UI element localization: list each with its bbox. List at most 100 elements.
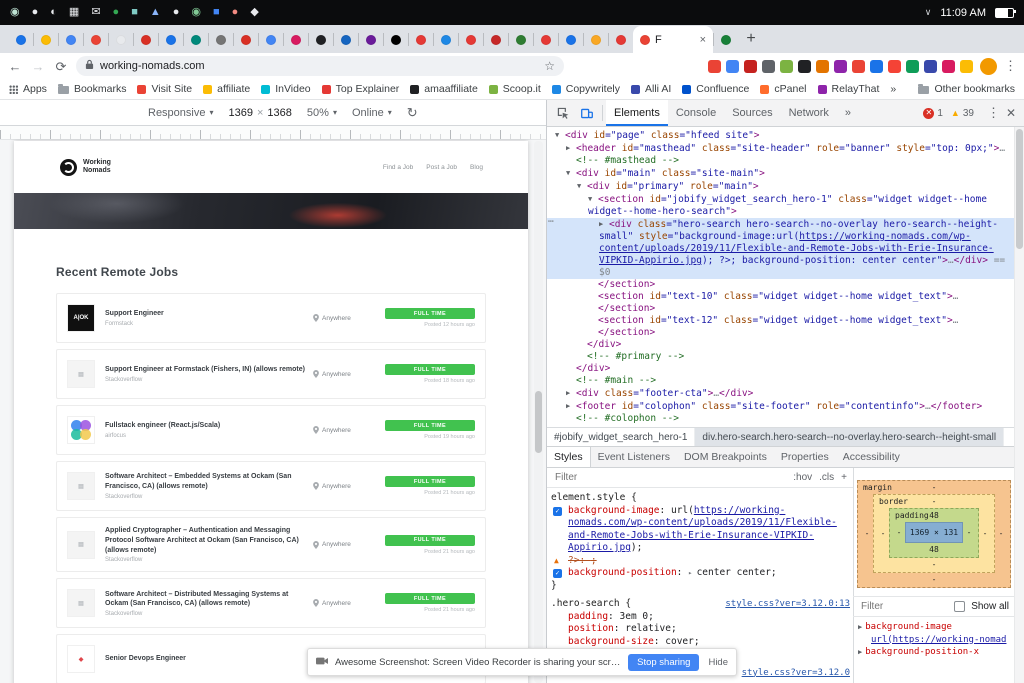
dom-tree-node[interactable]: ▶<footer id="colophon" class="site-foote… <box>547 400 1015 413</box>
extension-icon[interactable] <box>870 60 883 73</box>
extension-icon[interactable] <box>798 60 811 73</box>
devtools-tab-network[interactable]: Network <box>781 100 837 126</box>
margin-right-value[interactable]: - <box>997 529 1005 538</box>
browser-tab[interactable] <box>108 26 133 53</box>
browser-tab[interactable] <box>508 26 533 53</box>
profile-avatar[interactable] <box>980 58 997 75</box>
dom-tree-node[interactable]: ▼<div id="primary" role="main"> <box>547 180 1015 193</box>
sidebar-tab-eventlisteners[interactable]: Event Listeners <box>591 447 677 467</box>
bookmark-item[interactable]: InVideo <box>261 83 310 95</box>
browser-tab[interactable] <box>383 26 408 53</box>
sidebar-tab-styles[interactable]: Styles <box>547 447 591 467</box>
extension-icon[interactable] <box>852 60 865 73</box>
bookmark-item[interactable]: Visit Site <box>137 83 192 95</box>
dom-tree-node[interactable]: ▼<section id="jobify_widget_search_hero-… <box>547 193 1015 218</box>
system-app-icon[interactable]: ● <box>113 7 120 18</box>
dom-tree-node[interactable]: <!-- #masthead --> <box>547 155 1015 167</box>
system-app-icon[interactable]: ■ <box>213 7 220 18</box>
browser-tab[interactable] <box>433 26 458 53</box>
nav-link[interactable]: Blog <box>470 164 483 171</box>
browser-tab[interactable] <box>483 26 508 53</box>
css-property[interactable]: ✓background-image: url(https://working-n… <box>551 505 850 555</box>
reload-icon[interactable]: ⟳ <box>53 60 69 73</box>
devtools-tab-sources[interactable]: Sources <box>724 100 780 126</box>
dom-tree-node[interactable]: ▶<header id="masthead" class="site-heade… <box>547 142 1015 155</box>
css-property[interactable]: background-size: cover; <box>551 636 850 649</box>
site-logo[interactable]: WorkingNomads <box>60 159 111 176</box>
bookmark-item[interactable]: Top Explainer <box>322 83 400 95</box>
browser-tab[interactable] <box>608 26 633 53</box>
box-model-margin[interactable]: margin- - border- - padding48 <box>857 480 1011 588</box>
padding-left-value[interactable]: - <box>895 528 903 537</box>
back-icon[interactable]: ← <box>7 60 23 73</box>
expand-arrow-icon[interactable]: ▶ <box>858 648 862 656</box>
extension-icon[interactable] <box>888 60 901 73</box>
sidebar-tab-properties[interactable]: Properties <box>774 447 836 467</box>
border-bottom-value[interactable]: - <box>879 559 989 570</box>
styles-toggle[interactable]: :hov <box>793 472 812 483</box>
job-card[interactable]: ▤Support Engineer at Formstack (Fishers,… <box>56 349 486 399</box>
url-text[interactable]: working-nomads.com <box>100 60 538 72</box>
bookmark-item[interactable]: Copywritely <box>552 83 620 95</box>
devtools-close-icon[interactable]: ✕ <box>1006 106 1016 120</box>
browser-tab[interactable] <box>713 26 738 53</box>
browser-tab[interactable] <box>8 26 33 53</box>
extension-icon[interactable] <box>942 60 955 73</box>
dom-tree-node[interactable]: <section id="text-12" class="widget widg… <box>547 315 1015 339</box>
system-app-icon[interactable]: ▲ <box>150 7 161 18</box>
breadcrumb-item[interactable]: div.hero-search.hero-search--no-overlay.… <box>695 428 1004 447</box>
bookmark-item[interactable]: amaaffiliate <box>410 83 478 95</box>
system-app-icon[interactable]: ▦ <box>69 7 79 18</box>
padding-right-value[interactable]: - <box>965 528 973 537</box>
rotate-viewport-icon[interactable]: ↻ <box>407 105 418 121</box>
system-app-icon[interactable]: ◉ <box>191 7 201 18</box>
extension-icon[interactable] <box>762 60 775 73</box>
new-tab-button[interactable]: + <box>738 26 764 52</box>
stop-sharing-button[interactable]: Stop sharing <box>628 654 699 671</box>
breadcrumb-item[interactable]: #jobify_widget_search_hero-1 <box>547 428 695 447</box>
css-property[interactable]: position: relative; <box>551 623 850 636</box>
system-app-icon[interactable]: ◐ <box>50 7 57 18</box>
extension-icon[interactable] <box>924 60 937 73</box>
browser-tab[interactable] <box>358 26 383 53</box>
address-bar[interactable]: working-nomads.com ☆ <box>76 56 564 76</box>
throttling-select[interactable]: Online ▾ <box>352 107 392 119</box>
browser-tab[interactable] <box>558 26 583 53</box>
viewport-height-field[interactable]: 1368 <box>267 107 291 119</box>
system-app-icon[interactable]: ■ <box>131 7 138 18</box>
nav-link[interactable]: Find a Job <box>383 164 413 171</box>
bookmark-item[interactable]: Scoop.it <box>489 83 541 95</box>
browser-tab[interactable] <box>33 26 58 53</box>
node-menu-icon[interactable]: ⋯ <box>548 216 553 228</box>
devtools-scrollbar[interactable] <box>1014 127 1024 683</box>
browser-tab[interactable] <box>183 26 208 53</box>
browser-tab[interactable] <box>283 26 308 53</box>
styles-toggle[interactable]: .cls <box>819 472 834 483</box>
styles-filter-input[interactable] <box>553 471 787 484</box>
dom-tree-node[interactable]: <section id="text-10" class="widget widg… <box>547 291 1015 315</box>
browser-tab[interactable]: F× <box>633 26 713 53</box>
system-app-icon[interactable]: ● <box>232 7 239 18</box>
other-bookmarks[interactable]: Other bookmarks <box>918 83 1015 95</box>
bookmark-item[interactable]: RelayThat <box>818 83 880 95</box>
computed-filter-input[interactable] <box>859 600 948 613</box>
devtools-menu-icon[interactable]: ⋮ <box>987 105 1000 121</box>
hide-button[interactable]: Hide <box>708 657 728 668</box>
job-card[interactable]: ▤Software Architect – Distributed Messag… <box>56 578 486 628</box>
border-top-value[interactable]: - <box>932 496 937 507</box>
bookmark-item[interactable]: » <box>890 83 896 95</box>
browser-tab[interactable] <box>533 26 558 53</box>
css-property[interactable]: padding: 3em 0; <box>551 611 850 624</box>
browser-tab[interactable] <box>133 26 158 53</box>
dom-tree-node[interactable]: ▼<div id="page" class="hfeed site"> <box>547 129 1015 142</box>
css-property[interactable]: ✓background-position: ▸ center center; <box>551 567 850 580</box>
margin-bottom-value[interactable]: - <box>863 574 1005 585</box>
extension-icon[interactable] <box>834 60 847 73</box>
job-card[interactable]: ▤Software Architect – Embedded Systems a… <box>56 461 486 511</box>
bookmark-item[interactable]: Apps <box>9 83 47 95</box>
box-model-content[interactable]: 1369 × 131 <box>905 522 963 543</box>
bookmark-item[interactable]: Bookmarks <box>58 83 127 95</box>
extension-icon[interactable] <box>744 60 757 73</box>
browser-tab[interactable] <box>158 26 183 53</box>
dom-tree-node[interactable]: ▼<div id="main" class="site-main"> <box>547 167 1015 180</box>
